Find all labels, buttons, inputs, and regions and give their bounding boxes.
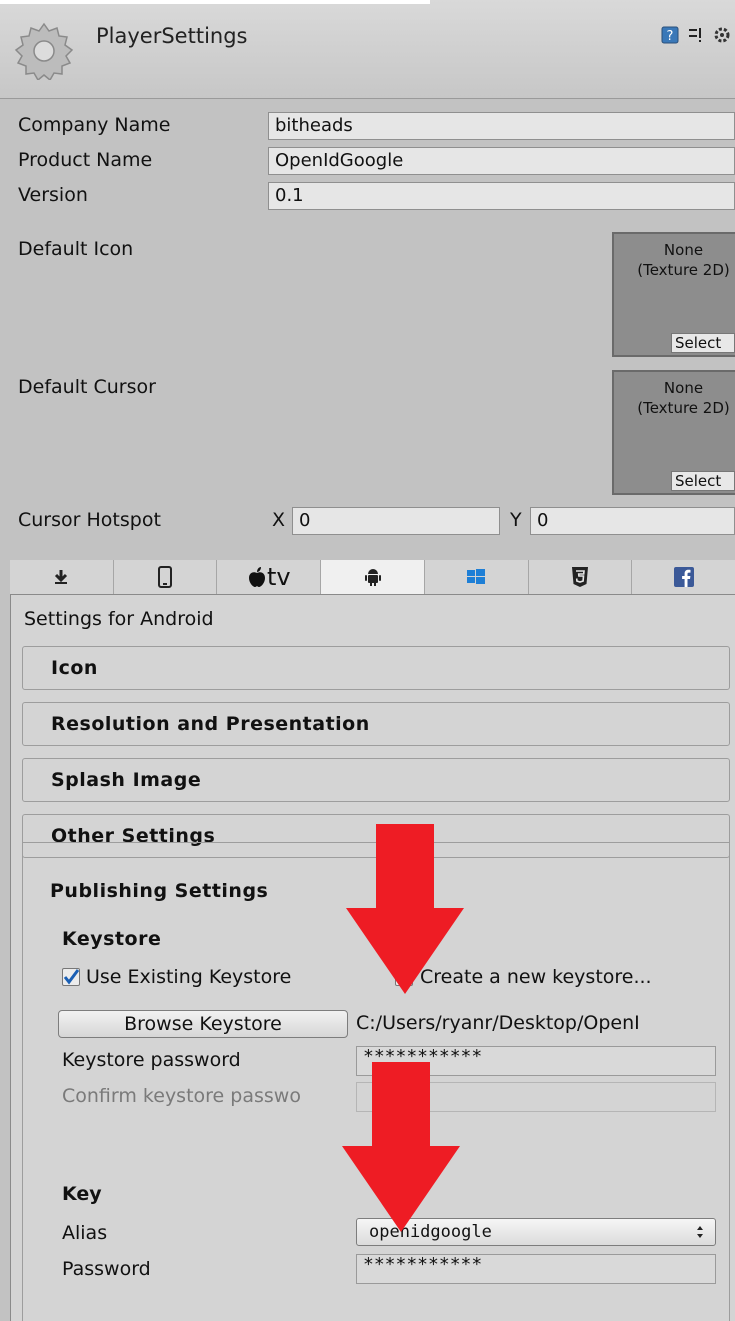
tab-standalone[interactable] — [10, 560, 114, 594]
settings-sliders-icon[interactable] — [687, 26, 705, 44]
section-publishing-header[interactable]: Publishing Settings — [50, 880, 268, 902]
header-icons: ? — [661, 26, 731, 44]
tab-ios[interactable] — [114, 560, 218, 594]
cursor-hotspot-y-input[interactable]: 0 — [530, 507, 735, 535]
cursor-hotspot-label: Cursor Hotspot — [18, 509, 161, 531]
platform-tabs: tv — [10, 560, 735, 595]
android-icon — [364, 569, 381, 586]
tab-android[interactable] — [321, 560, 425, 594]
keystore-heading: Keystore — [62, 928, 162, 950]
version-input[interactable]: 0.1 — [268, 182, 735, 210]
use-existing-keystore-label: Use Existing Keystore — [86, 966, 292, 988]
default-cursor-label: Default Cursor — [18, 376, 156, 398]
tab-tvos[interactable]: tv — [217, 560, 322, 594]
company-name-label: Company Name — [18, 114, 171, 136]
help-icon[interactable]: ? — [661, 26, 679, 44]
version-label: Version — [18, 184, 88, 206]
player-settings-gear-icon — [14, 22, 74, 80]
facebook-icon — [673, 567, 694, 587]
default-cursor-texture-slot[interactable]: None (Texture 2D) Select — [612, 370, 735, 495]
tvos-tab-label: tv — [266, 563, 291, 591]
default-icon-texture-slot[interactable]: None (Texture 2D) Select — [612, 232, 735, 357]
cursor-hotspot-x-input[interactable]: 0 — [292, 507, 500, 535]
html5-icon — [571, 567, 588, 587]
gear-icon[interactable] — [713, 26, 731, 44]
inspector-title: PlayerSettings — [96, 24, 248, 48]
keystore-path: C:/Users/ryanr/Desktop/OpenI — [356, 1012, 640, 1034]
browse-keystore-button[interactable]: Browse Keystore — [58, 1010, 348, 1038]
use-existing-keystore-checkbox[interactable] — [62, 968, 80, 986]
red-arrow-annotation-key-icon — [342, 1062, 460, 1232]
settings-for-label: Settings for Android — [24, 608, 214, 630]
tab-windows[interactable] — [425, 560, 529, 594]
windows-icon — [467, 569, 486, 584]
section-icon-header[interactable]: Icon — [22, 646, 730, 690]
product-name-label: Product Name — [18, 149, 153, 171]
red-arrow-annotation-keystore-icon — [346, 824, 464, 994]
phone-icon — [158, 566, 173, 588]
key-password-label: Password — [62, 1258, 151, 1280]
default-cursor-texture-value: None (Texture 2D) — [637, 379, 730, 417]
cursor-hotspot-x-label: X — [272, 509, 286, 531]
default-icon-select-button[interactable]: Select — [671, 333, 735, 353]
apple-icon — [248, 567, 265, 587]
keystore-password-label: Keystore password — [62, 1049, 241, 1071]
default-icon-texture-value: None (Texture 2D) — [637, 241, 730, 279]
download-icon — [55, 570, 68, 584]
product-name-input[interactable]: OpenIdGoogle — [268, 147, 735, 175]
header-top-line — [0, 0, 430, 4]
section-resolution-header[interactable]: Resolution and Presentation — [22, 702, 730, 746]
alias-label: Alias — [62, 1222, 108, 1244]
tab-facebook[interactable] — [632, 560, 735, 594]
checkmark-icon — [63, 969, 80, 985]
cursor-hotspot-y-label: Y — [510, 509, 522, 531]
company-name-input[interactable]: bitheads — [268, 112, 735, 140]
tab-webgl[interactable] — [529, 560, 633, 594]
svg-text:?: ? — [667, 29, 674, 44]
confirm-keystore-password-label: Confirm keystore passwo — [62, 1085, 301, 1107]
key-password-input[interactable]: *********** — [356, 1254, 716, 1284]
section-splash-header[interactable]: Splash Image — [22, 758, 730, 802]
dropdown-updown-icon — [697, 1226, 703, 1238]
default-cursor-select-button[interactable]: Select — [671, 471, 735, 491]
inspector-header: PlayerSettings ? — [0, 0, 735, 99]
key-heading: Key — [62, 1183, 102, 1205]
default-icon-label: Default Icon — [18, 238, 134, 260]
